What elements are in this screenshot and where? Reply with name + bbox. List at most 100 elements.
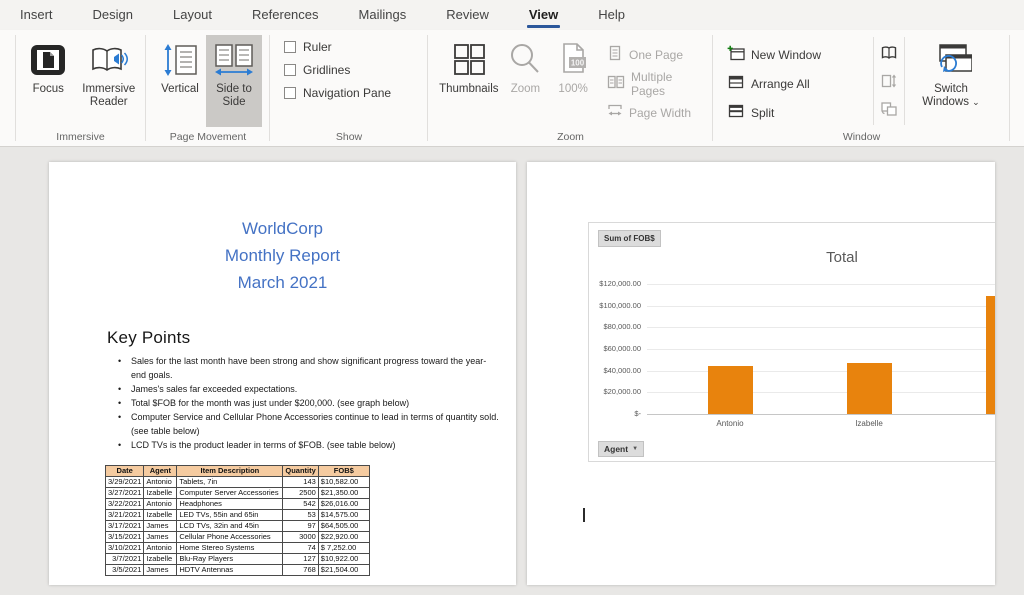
- table-cell: $21,504.00: [318, 565, 369, 576]
- chevron-down-icon: ⌄: [972, 97, 980, 107]
- view-side-by-side-button[interactable]: [874, 42, 904, 70]
- table-cell: 3000: [283, 532, 318, 543]
- ruler-checkbox[interactable]: [284, 41, 296, 53]
- vertical-button[interactable]: Vertical: [154, 35, 206, 127]
- gridlines-label: Gridlines: [303, 63, 350, 77]
- table-cell: $21,350.00: [318, 488, 369, 499]
- table-cell: $22,920.00: [318, 532, 369, 543]
- group-page-movement: Vertical: [146, 30, 270, 146]
- table-cell: $ 7,252.00: [318, 543, 369, 554]
- tab-mailings[interactable]: Mailings: [357, 1, 409, 30]
- pivot-chart[interactable]: Sum of FOB$ Total Agent ▼ $120,000.00$10…: [588, 222, 995, 462]
- x-axis-category-label: Izabelle: [834, 419, 904, 428]
- dropdown-arrow-icon: ▼: [632, 446, 638, 452]
- zoom-100-button: 100 100%: [549, 35, 597, 127]
- column-header: Date: [106, 466, 144, 477]
- multiple-pages-label: Multiple Pages: [631, 70, 709, 98]
- document-page-2[interactable]: Sum of FOB$ Total Agent ▼ $120,000.00$10…: [527, 162, 995, 585]
- gridline: [647, 349, 995, 350]
- side-to-side-button[interactable]: Side to Side: [206, 35, 262, 127]
- group-label-show: Show: [270, 131, 428, 143]
- immersive-reader-button[interactable]: Immersive Reader: [72, 35, 146, 127]
- document-canvas: WorldCorp Monthly Report March 2021 Key …: [0, 147, 1024, 595]
- ruler-checkbox-row[interactable]: Ruler: [284, 40, 428, 54]
- tab-insert[interactable]: Insert: [18, 1, 55, 30]
- thumbnails-icon: [451, 37, 487, 83]
- y-axis-tick-label: $120,000.00: [589, 279, 641, 288]
- ribbon: Focus Immersive Reader Immersive: [0, 30, 1024, 147]
- focus-icon: [28, 37, 68, 83]
- split-icon: [727, 103, 745, 122]
- table-cell: 3/5/2021: [106, 565, 144, 576]
- page-width-button: Page Width: [603, 98, 713, 127]
- zoom-button: Zoom: [502, 35, 550, 127]
- document-title: WorldCorp Monthly Report March 2021: [49, 215, 516, 296]
- table-cell: Headphones: [177, 499, 283, 510]
- table-row: 3/22/2021AntonioHeadphones542$26,016.00: [106, 499, 370, 510]
- tab-layout[interactable]: Layout: [171, 1, 214, 30]
- table-cell: 3/22/2021: [106, 499, 144, 510]
- table-row: 3/10/2021AntonioHome Stereo Systems74$ 7…: [106, 543, 370, 554]
- navigation-pane-checkbox-row[interactable]: Navigation Pane: [284, 86, 428, 100]
- table-cell: 3/29/2021: [106, 477, 144, 488]
- sales-table: DateAgentItem DescriptionQuantityFOB$ 3/…: [105, 465, 370, 576]
- arrange-all-icon: [727, 74, 745, 93]
- group-label-window: Window: [713, 131, 1010, 143]
- new-window-label: New Window: [751, 48, 821, 62]
- pivot-field-button[interactable]: Sum of FOB$: [598, 230, 661, 247]
- tab-design[interactable]: Design: [91, 1, 135, 30]
- group-label-page-movement: Page Movement: [146, 131, 270, 143]
- reset-window-position-icon: [880, 101, 898, 122]
- arrange-all-label: Arrange All: [751, 77, 810, 91]
- column-header: Agent: [144, 466, 177, 477]
- tab-review[interactable]: Review: [444, 1, 491, 30]
- vertical-label: Vertical: [161, 83, 199, 96]
- arrange-all-button[interactable]: Arrange All: [723, 69, 845, 98]
- gridlines-checkbox[interactable]: [284, 64, 296, 76]
- title-line-2: Monthly Report: [49, 242, 516, 269]
- focus-label: Focus: [33, 83, 64, 96]
- navigation-pane-checkbox[interactable]: [284, 87, 296, 99]
- column-header: Item Description: [177, 466, 283, 477]
- table-cell: James: [144, 565, 177, 576]
- axis-field-button[interactable]: Agent ▼: [598, 441, 644, 457]
- one-page-button: One Page: [603, 40, 713, 69]
- table-cell: Antonio: [144, 499, 177, 510]
- gridlines-checkbox-row[interactable]: Gridlines: [284, 63, 428, 77]
- side-to-side-icon: [210, 37, 258, 83]
- column-header: Quantity: [283, 466, 318, 477]
- tab-references[interactable]: References: [250, 1, 320, 30]
- focus-button[interactable]: Focus: [25, 35, 72, 127]
- table-cell: Blu-Ray Players: [177, 554, 283, 565]
- tab-help[interactable]: Help: [596, 1, 627, 30]
- table-cell: 143: [283, 477, 318, 488]
- y-axis-tick-label: $20,000.00: [589, 387, 641, 396]
- vertical-page-movement-icon: [160, 37, 200, 83]
- new-window-button[interactable]: New Window: [723, 40, 845, 69]
- immersive-reader-icon: [86, 37, 132, 83]
- tab-view[interactable]: View: [527, 1, 560, 30]
- multiple-pages-button: Multiple Pages: [603, 69, 713, 98]
- gridline: [647, 392, 995, 393]
- split-button[interactable]: Split: [723, 98, 845, 127]
- table-row: 3/27/2021IzabelleComputer Server Accesso…: [106, 488, 370, 499]
- thumbnails-button[interactable]: Thumbnails: [436, 35, 502, 127]
- switch-windows-button[interactable]: Switch Windows ⌄: [909, 35, 993, 127]
- page-width-icon: [607, 103, 623, 122]
- table-cell: 127: [283, 554, 318, 565]
- table-cell: 3/27/2021: [106, 488, 144, 499]
- document-page-1[interactable]: WorldCorp Monthly Report March 2021 Key …: [49, 162, 516, 585]
- immersive-reader-label: Immersive Reader: [72, 83, 146, 109]
- word-window: Insert Design Layout References Mailings…: [0, 0, 1024, 595]
- key-points-heading: Key Points: [107, 328, 190, 348]
- table-cell: Tablets, 7in: [177, 477, 283, 488]
- y-axis-tick-label: $-: [589, 409, 641, 418]
- table-row: 3/5/2021JamesHDTV Antennas768$21,504.00: [106, 565, 370, 576]
- table-cell: $10,922.00: [318, 554, 369, 565]
- zoom-100-label: 100%: [558, 83, 587, 96]
- table-cell: 768: [283, 565, 318, 576]
- synchronous-scrolling-button: [874, 70, 904, 98]
- table-cell: HDTV Antennas: [177, 565, 283, 576]
- y-axis-tick-label: $80,000.00: [589, 322, 641, 331]
- table-cell: James: [144, 532, 177, 543]
